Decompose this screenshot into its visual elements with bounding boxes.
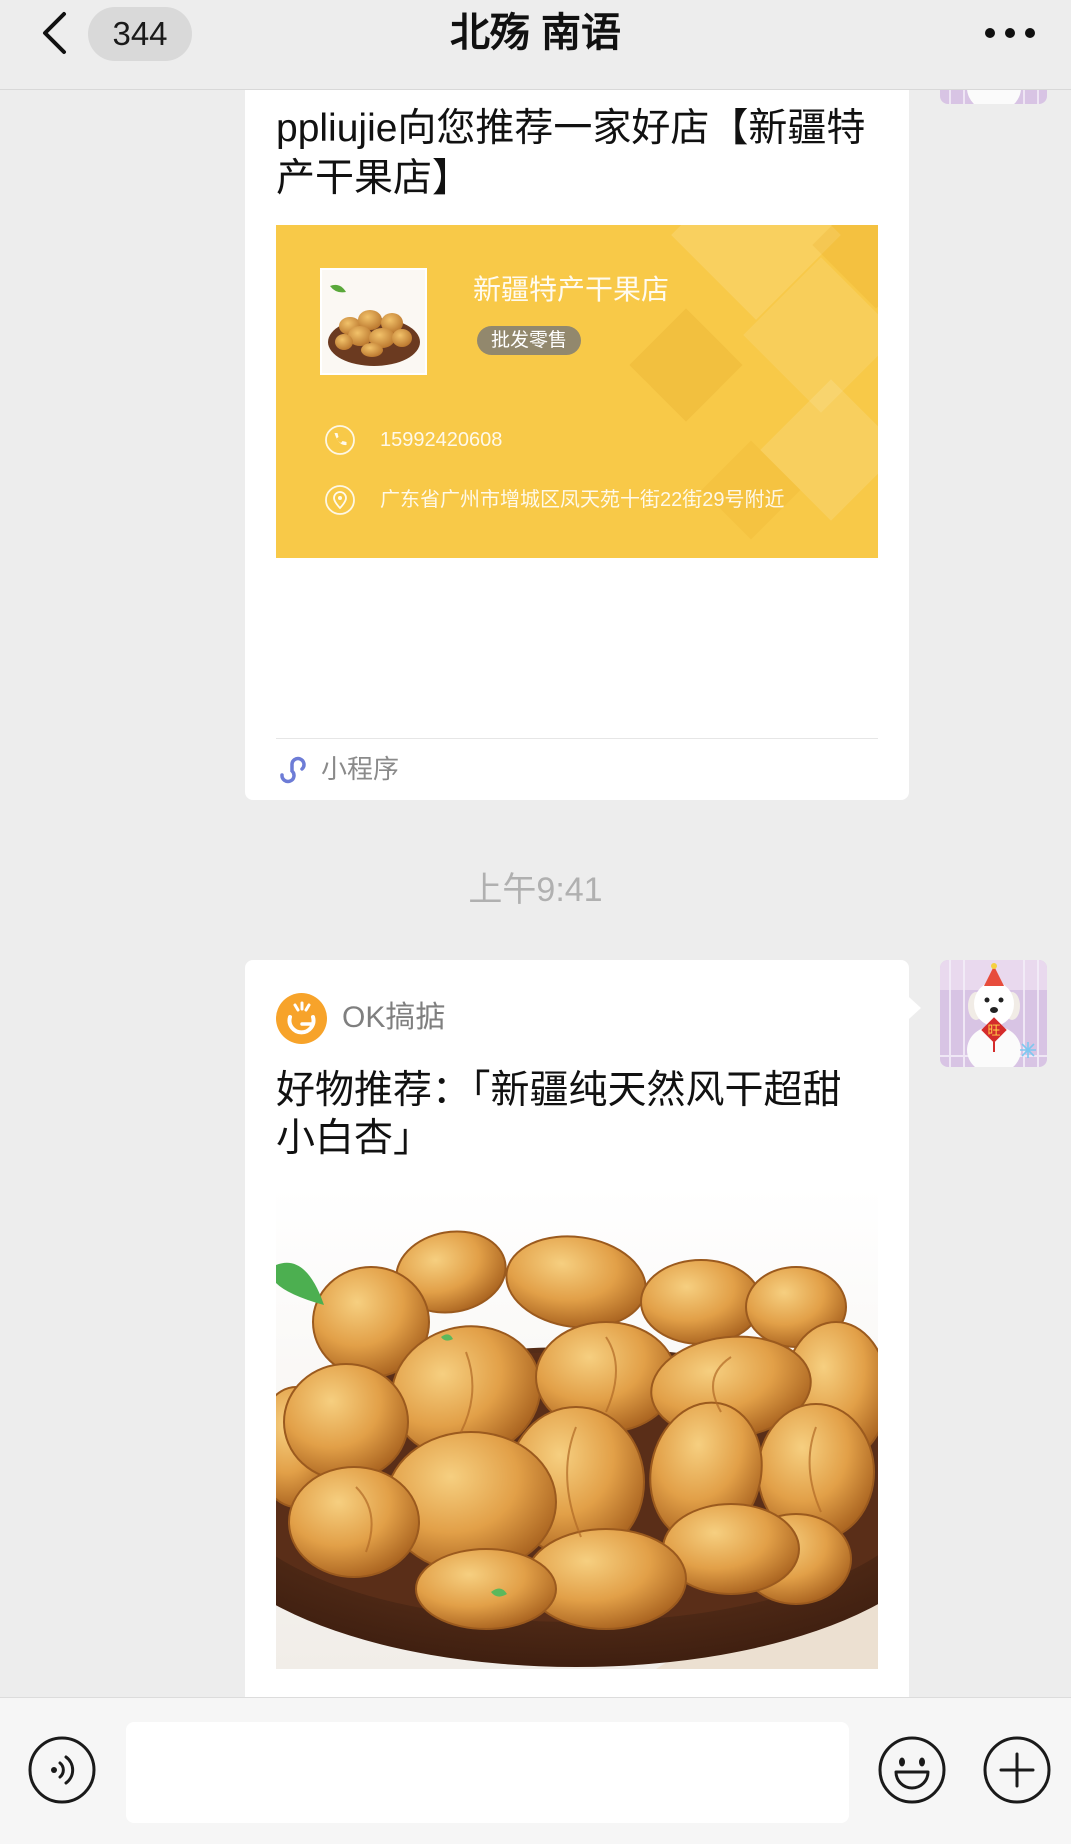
article-cover-image — [276, 1187, 878, 1669]
unread-count-badge[interactable]: 344 — [88, 7, 192, 61]
back-button[interactable] — [34, 8, 78, 58]
more-dots-icon — [985, 28, 1035, 38]
bubble-tail — [909, 997, 921, 1019]
store-name: 新疆特产干果店 — [473, 274, 670, 305]
plus-icon — [983, 1736, 1051, 1804]
mini-program-label: 小程序 — [321, 754, 400, 784]
message-input-bar — [0, 1697, 1071, 1844]
chevron-left-icon — [43, 12, 66, 54]
chat-header: 344 北殇 南语 — [0, 0, 1071, 90]
location-pin-icon — [325, 485, 355, 515]
store-recommendation-card[interactable]: ppliujie向您推荐一家好店【新疆特产干果店】 新疆特产干果店 批发零售 1… — [245, 40, 909, 800]
article-share-card[interactable]: OK搞掂 好物推荐：「新疆纯天然风干超甜小白杏」 — [245, 960, 909, 1740]
avatar-ornament-text: 旺 — [987, 1023, 1000, 1038]
store-tag-badge: 批发零售 — [477, 326, 582, 355]
emoji-icon — [878, 1736, 946, 1804]
store-card-intro: ppliujie向您推荐一家好店【新疆特产干果店】 — [276, 107, 866, 200]
store-thumbnail — [320, 268, 427, 375]
message-timestamp: 上午9:41 — [468, 871, 603, 909]
article-source-name: OK搞掂 — [342, 1001, 446, 1034]
emoji-button[interactable] — [877, 1735, 947, 1805]
source-logo-icon — [276, 993, 327, 1044]
phone-icon — [325, 425, 355, 455]
chat-title: 北殇 南语 — [449, 11, 622, 55]
decor-diamond — [629, 308, 743, 422]
card-divider — [276, 738, 878, 739]
more-functions-button[interactable] — [982, 1735, 1052, 1805]
message-input[interactable] — [126, 1722, 849, 1823]
article-title: 好物推荐：「新疆纯天然风干超甜小白杏」 — [276, 1069, 842, 1160]
voice-icon — [28, 1736, 96, 1804]
mini-program-icon — [280, 756, 306, 784]
my-avatar[interactable]: 旺 — [940, 960, 1047, 1067]
store-phone[interactable]: 15992420608 — [380, 427, 502, 453]
more-button[interactable] — [982, 22, 1038, 44]
store-panel[interactable]: 新疆特产干果店 批发零售 15992420608 广东省广州市增城区凤天苑十街2… — [276, 225, 878, 558]
store-address[interactable]: 广东省广州市增城区凤天苑十街22街29号附近 — [380, 487, 785, 513]
voice-button[interactable] — [27, 1735, 97, 1805]
avatar-image: 旺 — [940, 960, 1047, 1067]
